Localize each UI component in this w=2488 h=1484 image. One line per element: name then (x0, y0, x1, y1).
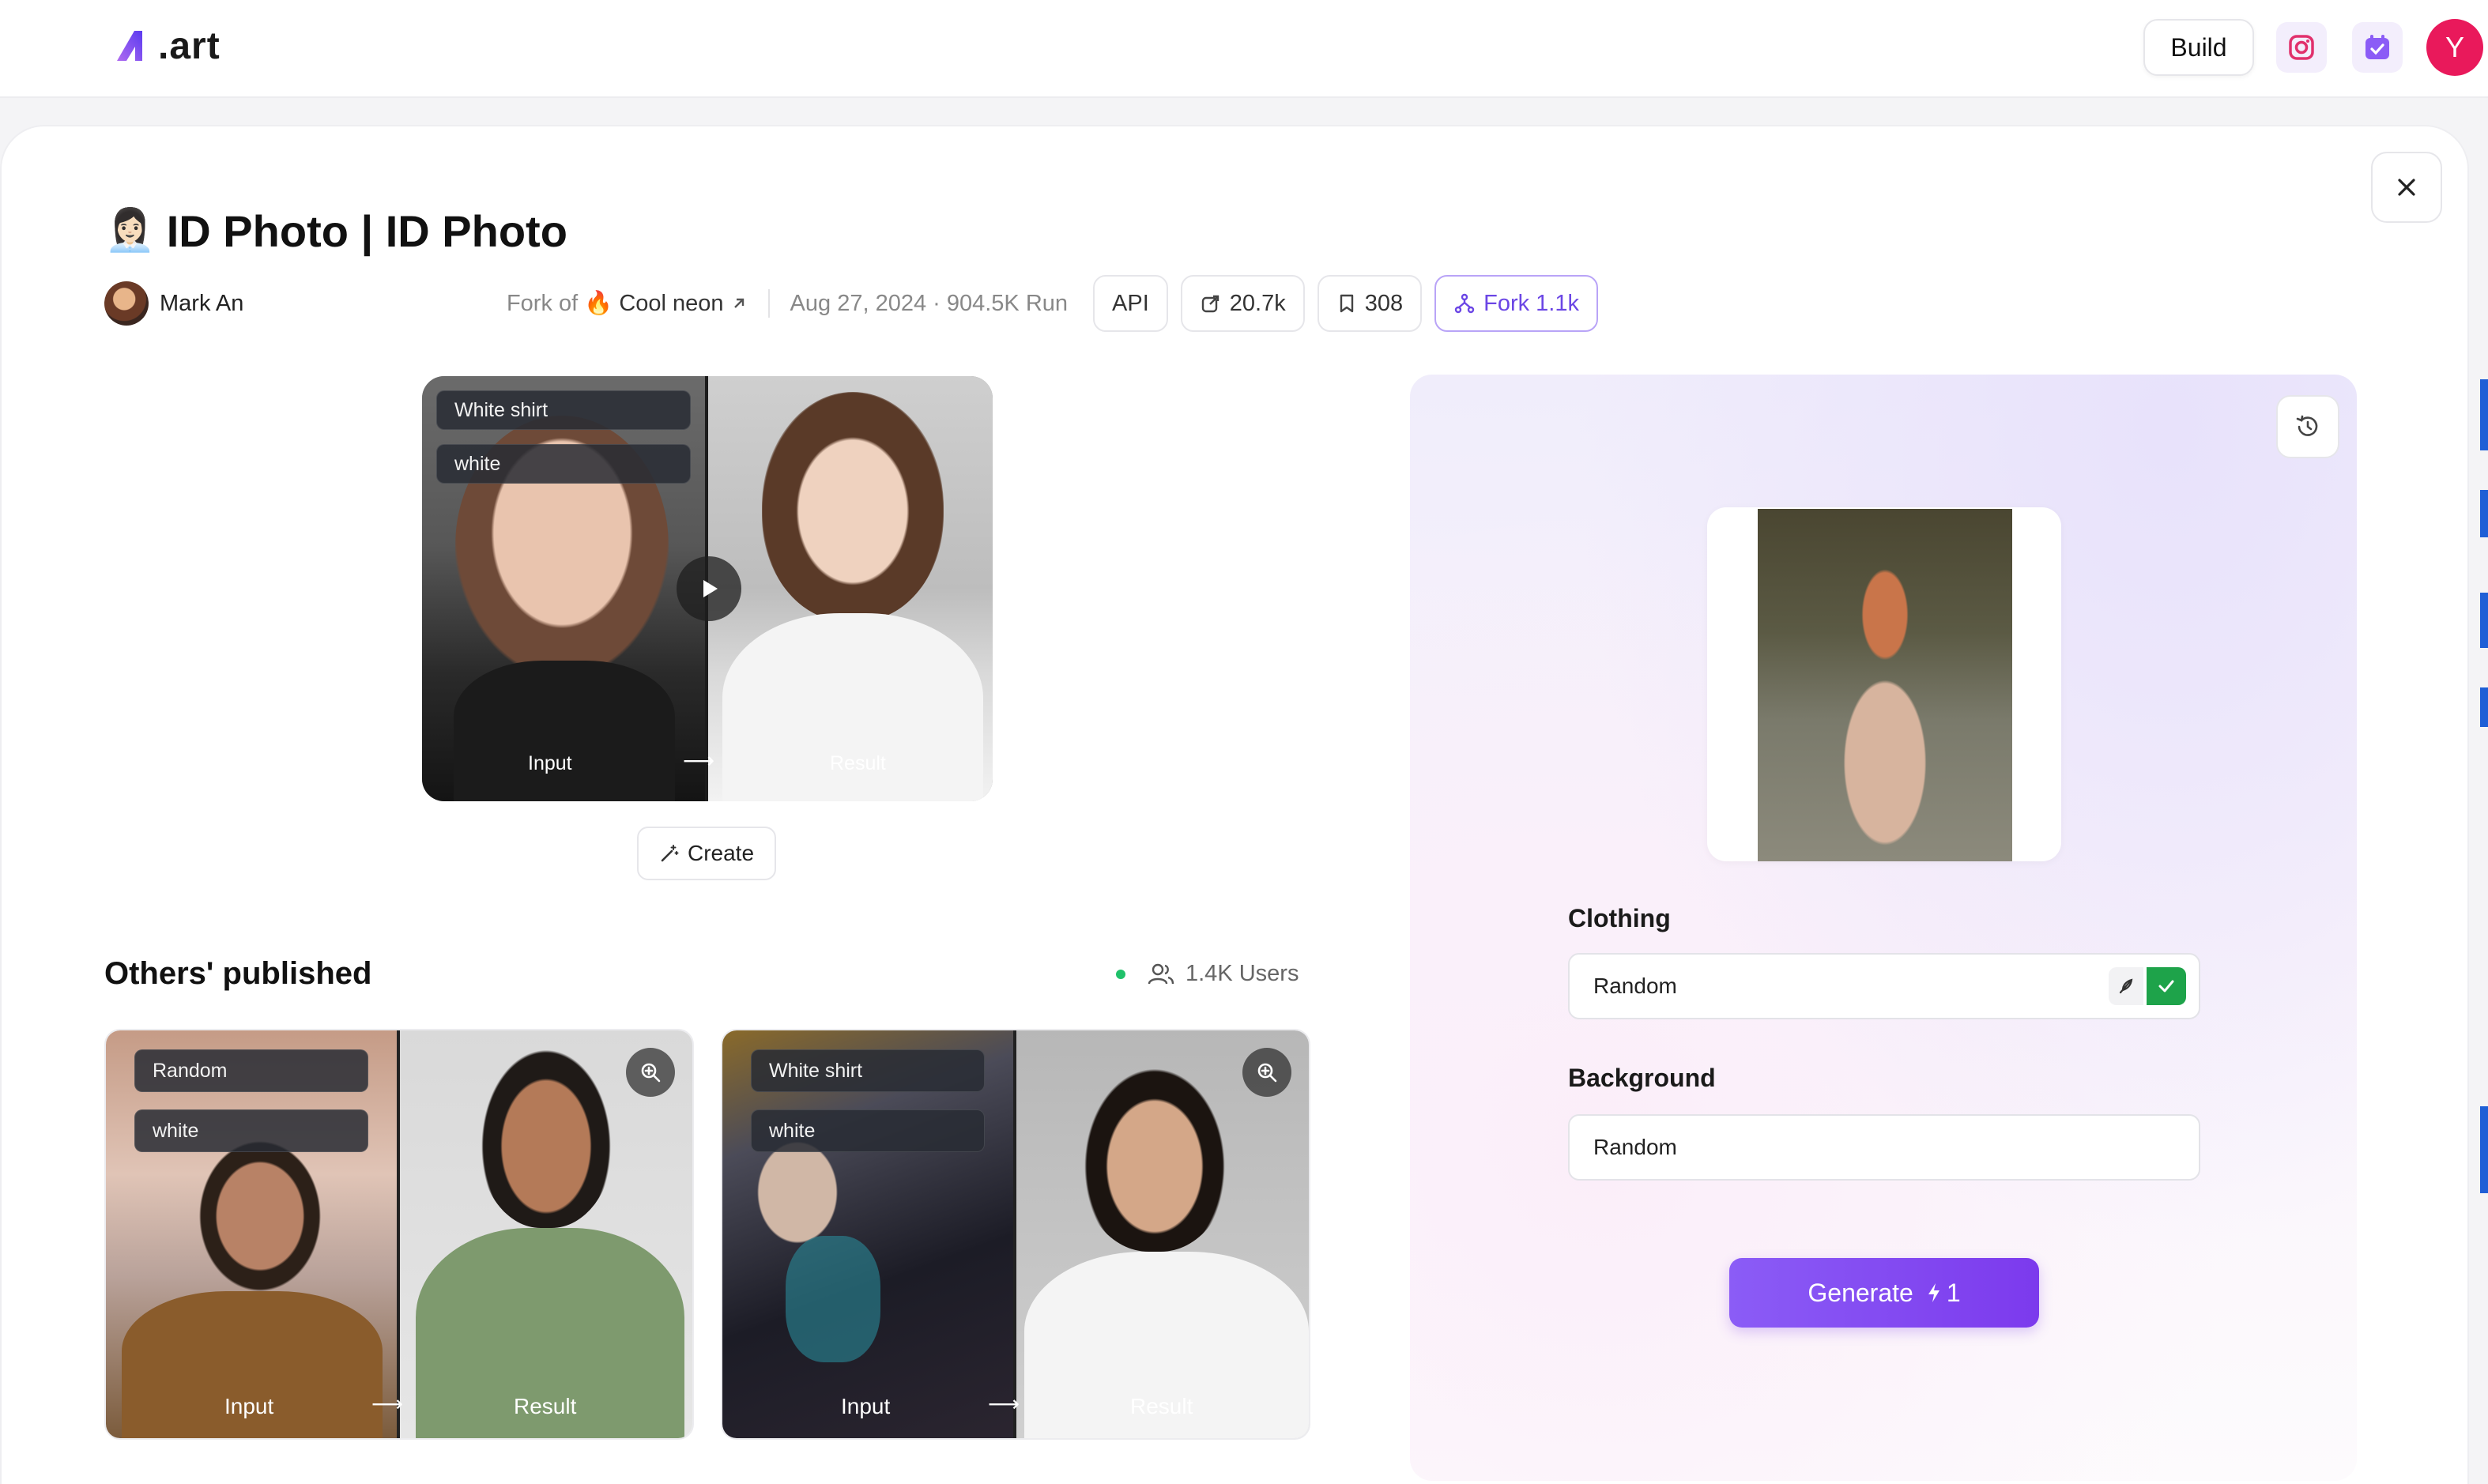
page-title-row: 👩🏻‍💼 ID Photo | ID Photo (104, 199, 567, 262)
input-caption: Input (528, 752, 572, 774)
api-button[interactable]: API (1093, 275, 1168, 332)
clothing-input[interactable]: Random (1568, 953, 2200, 1019)
arrow-icon: ⟶ (988, 1392, 1020, 1416)
zoom-in-icon (1257, 1063, 1277, 1083)
generate-cost-value: 1 (1946, 1278, 1961, 1307)
generate-button[interactable]: Generate 1 (1729, 1258, 2039, 1328)
share-icon (1201, 295, 1219, 313)
prompt-tag-clothing: Random (134, 1049, 368, 1092)
close-icon (2398, 179, 2415, 196)
fork-of-name: Cool neon (619, 290, 724, 316)
fire-icon: 🔥 (584, 291, 613, 316)
result-photo (707, 376, 993, 801)
author-avatar[interactable] (104, 281, 149, 326)
meta-bar: Fork of 🔥 Cool neon Aug 27, 2024 · 904.5… (507, 275, 1598, 332)
create-label: Create (687, 841, 755, 865)
others-published-heading: Others' published (104, 956, 372, 991)
generate-label: Generate (1808, 1278, 1913, 1307)
background-label: Background (1568, 1064, 1716, 1092)
confirm-button[interactable] (2147, 967, 2186, 1005)
result-caption: Result (830, 752, 886, 774)
edit-style-button[interactable] (2109, 967, 2143, 1005)
zoom-button[interactable] (626, 1048, 675, 1097)
online-dot (1116, 969, 1125, 979)
page-title: ID Photo | ID Photo (166, 205, 567, 256)
input-photo (422, 376, 707, 801)
daily-checkin-button[interactable] (2352, 22, 2403, 73)
prompt-tag-clothing: White shirt (751, 1049, 985, 1092)
feather-icon (2119, 978, 2133, 994)
result-caption: Result (1130, 1394, 1193, 1418)
author-name[interactable]: Mark An (160, 291, 243, 317)
prompt-tag-background: white (751, 1109, 985, 1152)
result-caption: Result (514, 1394, 577, 1418)
published-card[interactable]: Random white Input ⟶ Result (104, 1029, 694, 1440)
api-label: API (1112, 290, 1149, 316)
users-count: 1.4K Users (1116, 961, 1299, 987)
logo[interactable]: .art (114, 22, 221, 70)
generate-cost: 1 (1926, 1279, 1961, 1308)
divider (767, 289, 770, 318)
calendar-check-icon (2365, 35, 2389, 59)
logo-text: .art (158, 24, 221, 67)
arrow-icon: ⟶ (683, 748, 715, 773)
check-icon (2158, 980, 2174, 992)
external-link-icon (733, 298, 744, 308)
play-icon (703, 580, 718, 597)
instagram-icon (2289, 35, 2314, 60)
author[interactable]: Mark An (104, 280, 243, 327)
background-value: Random (1593, 1135, 1677, 1159)
bookmark-button[interactable]: 308 (1317, 275, 1423, 332)
fork-button[interactable]: Fork 1.1k (1434, 275, 1598, 332)
create-button[interactable]: Create (637, 827, 776, 880)
prompt-tag-background: white (436, 444, 691, 484)
clothing-label: Clothing (1568, 904, 1671, 932)
clothing-value: Random (1593, 974, 1677, 998)
fork-label: Fork 1.1k (1483, 290, 1579, 316)
user-avatar[interactable]: Y (2426, 19, 2483, 76)
prompt-tag-clothing: White shirt (436, 390, 691, 430)
share-count: 20.7k (1229, 290, 1286, 316)
title-emoji: 👩🏻‍💼 (104, 208, 156, 254)
zoom-in-icon (641, 1063, 661, 1083)
preview-comparison[interactable]: White shirt white Input ⟶ Result (422, 376, 993, 801)
users-icon (1148, 963, 1174, 984)
logo-mark-icon (117, 31, 142, 61)
top-bar: .art Build Y (0, 0, 2488, 98)
fork-of-link[interactable]: Fork of 🔥 Cool neon (507, 290, 748, 317)
background-input[interactable]: Random (1568, 1114, 2200, 1181)
comparison-divider (1013, 1030, 1016, 1438)
clothing-input-actions (2109, 967, 2186, 1005)
play-button[interactable] (677, 556, 741, 621)
history-icon (2296, 415, 2318, 436)
instagram-button[interactable] (2276, 22, 2327, 73)
comparison-divider (397, 1030, 400, 1438)
bookmark-count: 308 (1364, 290, 1404, 316)
build-button[interactable]: Build (2143, 19, 2254, 76)
arrow-icon: ⟶ (371, 1392, 404, 1416)
users-count-label: 1.4K Users (1186, 961, 1299, 986)
magic-wand-icon (661, 845, 679, 862)
uploaded-photo[interactable] (1758, 509, 2012, 861)
published-card[interactable]: White shirt white Input ⟶ Result (721, 1029, 1310, 1440)
zoom-button[interactable] (1242, 1048, 1291, 1097)
input-caption: Input (224, 1394, 274, 1418)
lightning-icon (1928, 1283, 1940, 1302)
history-button[interactable] (2276, 395, 2339, 458)
share-button[interactable]: 20.7k (1180, 275, 1305, 332)
input-caption: Input (841, 1394, 891, 1418)
close-button[interactable] (2371, 152, 2442, 223)
prompt-tag-background: white (134, 1109, 368, 1152)
fork-of-prefix: Fork of (506, 290, 579, 316)
bookmark-icon (1340, 294, 1353, 313)
date-runs: Aug 27, 2024 · 904.5K Run (790, 290, 1069, 316)
background-page-edge (2480, 371, 2488, 1241)
fork-icon (1454, 293, 1475, 314)
